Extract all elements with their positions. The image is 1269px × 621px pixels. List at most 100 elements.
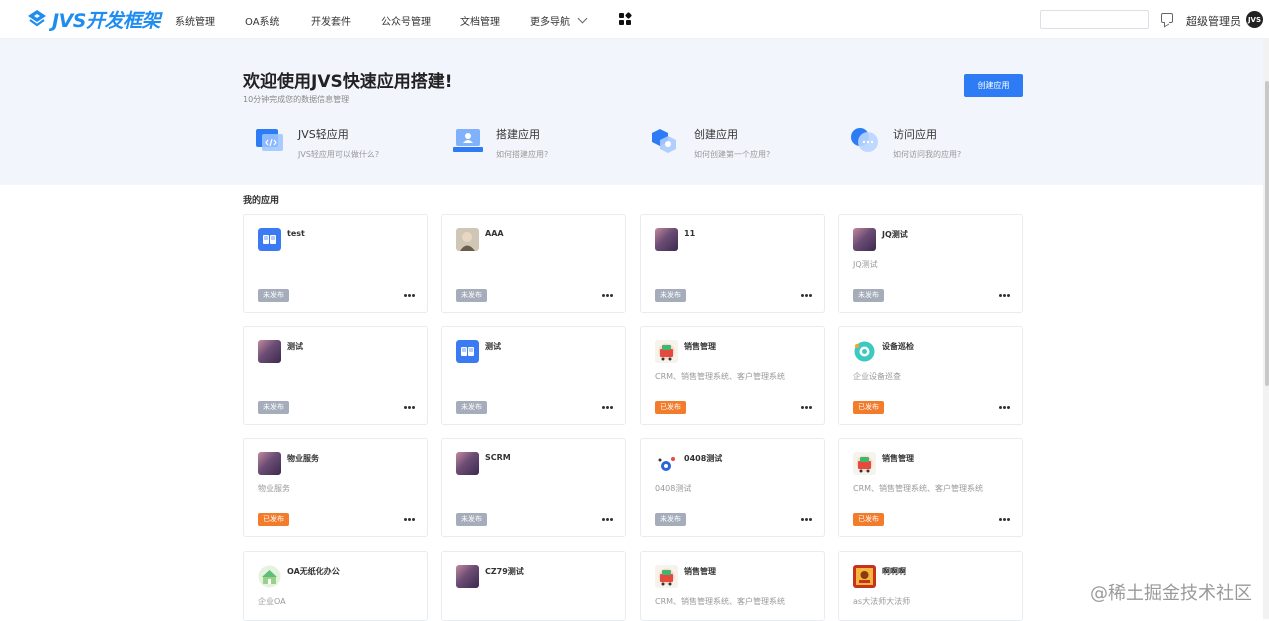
nav-item-more[interactable]: 更多导航 (530, 13, 588, 28)
app-card[interactable]: 销售管理 CRM、销售管理系统、客户管理系统 (640, 551, 825, 621)
gear-teal-icon (853, 340, 876, 363)
feature-desc: 如何创建第一个应用? (694, 150, 771, 159)
message-icon[interactable] (1161, 13, 1173, 23)
game-icon (853, 565, 876, 588)
app-card[interactable]: 11 未发布 (640, 214, 825, 313)
feature-desc: 如何搭建应用? (496, 150, 549, 159)
status-badge: 未发布 (456, 401, 487, 414)
app-desc: JQ测试 (853, 260, 878, 269)
photo-icon (456, 228, 479, 251)
logo[interactable]: JVS开发框架 (26, 7, 160, 32)
scrollbar-thumb[interactable] (1265, 81, 1269, 386)
chat-bubble-icon (851, 128, 878, 152)
app-name: 测试 (287, 342, 303, 351)
app-card[interactable]: 测试未发布 (243, 326, 428, 425)
app-card[interactable]: CZ79测试 (441, 551, 626, 621)
gradient-icon (655, 228, 678, 251)
logo-text: JVS开发框架 (52, 9, 160, 32)
app-card[interactable]: OA无纸化办公企业OA (243, 551, 428, 621)
avatar[interactable]: JVS (1246, 11, 1263, 28)
status-badge: 已发布 (655, 401, 686, 414)
feature-title: 访问应用 (893, 128, 937, 141)
page-subtitle: 10分钟完成您的数据信息管理 (243, 95, 350, 104)
app-desc: CRM、销售管理系统、客户管理系统 (655, 372, 786, 381)
more-options-icon[interactable] (404, 518, 415, 521)
nav-item-system[interactable]: 系统管理 (175, 13, 215, 28)
nav-item-oa[interactable]: OA系统 (245, 13, 280, 28)
app-name: 销售管理 (684, 567, 716, 576)
feature-title: 创建应用 (694, 128, 738, 141)
create-app-button[interactable]: 创建应用 (964, 74, 1023, 97)
app-name: CZ79测试 (485, 567, 524, 576)
app-name: 销售管理 (684, 342, 716, 351)
gradient-icon (456, 565, 479, 588)
app-card[interactable]: AAA 未发布 (441, 214, 626, 313)
app-name: 物业服务 (287, 454, 319, 463)
app-name: 测试 (485, 342, 501, 351)
status-badge: 未发布 (456, 513, 487, 526)
more-options-icon[interactable] (801, 518, 812, 521)
app-name: test (287, 229, 305, 238)
more-options-icon[interactable] (999, 406, 1010, 409)
app-name: 啊啊啊 (882, 567, 906, 576)
app-card[interactable]: 啊啊啊 as大法师大法师 (838, 551, 1023, 621)
gradient-icon (853, 228, 876, 251)
cart-icon (655, 565, 678, 588)
nav-item-official-account[interactable]: 公众号管理 (381, 13, 431, 28)
feature-visit-app[interactable]: 访问应用 如何访问我的应用? (850, 126, 1030, 166)
scrollbar[interactable] (1263, 39, 1269, 619)
more-options-icon[interactable] (999, 294, 1010, 297)
app-desc: CRM、销售管理系统、客户管理系统 (853, 484, 984, 493)
more-options-icon[interactable] (801, 294, 812, 297)
app-desc: CRM、销售管理系统、客户管理系统 (655, 597, 786, 606)
status-badge: 未发布 (655, 289, 686, 302)
more-options-icon[interactable] (404, 406, 415, 409)
code-monitor-icon (256, 129, 283, 151)
more-options-icon[interactable] (999, 518, 1010, 521)
app-card[interactable]: 设备巡检 企业设备巡查 已发布 (838, 326, 1023, 425)
more-options-icon[interactable] (602, 406, 613, 409)
more-options-icon[interactable] (404, 294, 415, 297)
feature-desc: 如何访问我的应用? (893, 150, 962, 159)
app-card[interactable]: test 未发布 (243, 214, 428, 313)
apps-grid-icon[interactable] (619, 11, 633, 26)
user-name[interactable]: 超级管理员 (1186, 13, 1241, 29)
status-badge: 未发布 (853, 289, 884, 302)
search-input[interactable] (1040, 10, 1149, 29)
feature-title: JVS轻应用 (298, 128, 349, 141)
more-options-icon[interactable] (602, 518, 613, 521)
app-name: OA无纸化办公 (287, 567, 340, 576)
feature-build-app[interactable]: 搭建应用 如何搭建应用? (453, 126, 633, 166)
more-options-icon[interactable] (602, 294, 613, 297)
app-desc: as大法师大法师 (853, 597, 911, 606)
ball-icon (655, 452, 678, 475)
status-badge: 未发布 (655, 513, 686, 526)
app-name: AAA (485, 229, 504, 238)
feature-desc: JVS轻应用可以做什么? (298, 150, 380, 159)
nav-item-docs[interactable]: 文档管理 (460, 13, 500, 28)
more-options-icon[interactable] (801, 406, 812, 409)
app-card[interactable]: JQ测试 JQ测试未发布 (838, 214, 1023, 313)
page-title: 欢迎使用JVS快速应用搭建! (243, 72, 453, 92)
nav-item-dev-kit[interactable]: 开发套件 (311, 13, 351, 28)
logo-icon (28, 10, 46, 27)
gradient-icon (258, 452, 281, 475)
app-card[interactable]: SCRM 未发布 (441, 438, 626, 537)
feature-create-app[interactable]: 创建应用 如何创建第一个应用? (651, 126, 831, 166)
feature-jvs-light-app[interactable]: JVS轻应用 JVS轻应用可以做什么? (255, 126, 435, 166)
app-card[interactable]: 物业服务 物业服务 已发布 (243, 438, 428, 537)
nav-item-more-label: 更多导航 (530, 17, 570, 28)
app-card[interactable]: 销售管理 CRM、销售管理系统、客户管理系统 已发布 (838, 438, 1023, 537)
app-card[interactable]: 测试未发布 (441, 326, 626, 425)
my-apps-title: 我的应用 (243, 196, 280, 206)
app-card[interactable]: 0408测试 0408测试 未发布 (640, 438, 825, 537)
top-navbar: JVS开发框架 系统管理 OA系统 开发套件 公众号管理 文档管理 更多导航 超… (0, 0, 1269, 39)
app-name: 销售管理 (882, 454, 914, 463)
status-badge: 未发布 (258, 289, 289, 302)
gradient-icon (258, 340, 281, 363)
feature-title: 搭建应用 (496, 128, 540, 141)
app-desc: 企业OA (258, 597, 286, 606)
status-badge: 未发布 (258, 401, 289, 414)
app-card[interactable]: 销售管理 CRM、销售管理系统、客户管理系统已发布 (640, 326, 825, 425)
app-name: JQ测试 (882, 230, 908, 239)
